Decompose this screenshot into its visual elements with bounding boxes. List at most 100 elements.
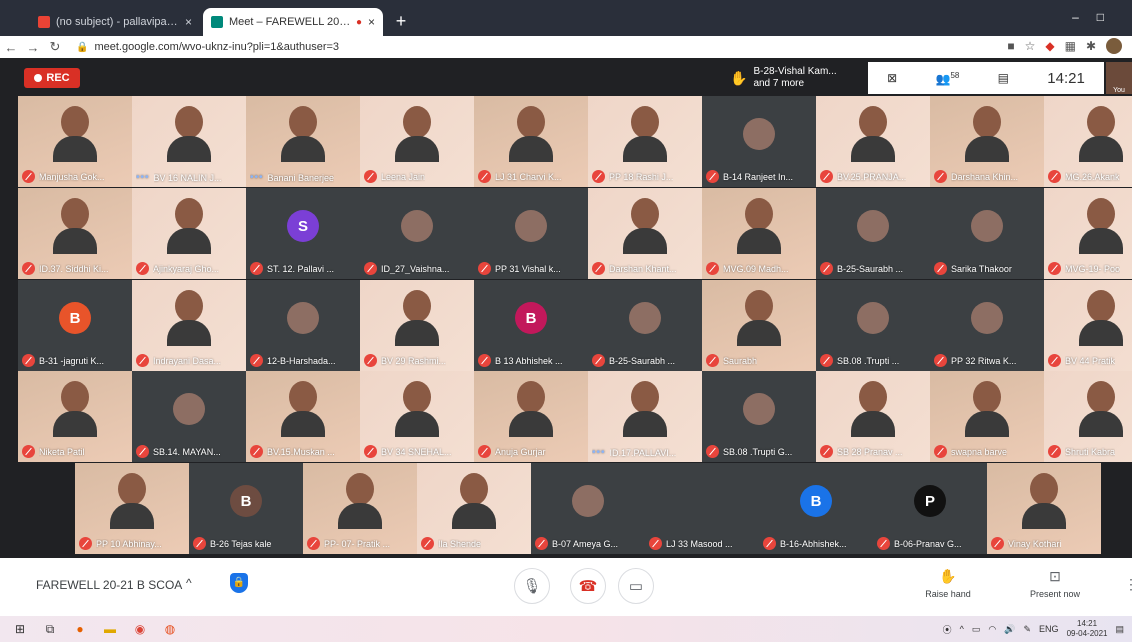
participant-avatar [287,302,319,334]
participant-tile[interactable]: MVG-19- Poo [1044,188,1132,279]
participant-tile[interactable]: B B 13 Abhishek ... [474,280,588,371]
participant-tile[interactable]: Saurabh [702,280,816,371]
participant-tile[interactable]: Ila Shende [417,463,531,554]
camera-button[interactable]: ▭ [618,568,654,604]
participant-tile[interactable]: MG.26.Akank [1044,96,1132,187]
participant-tile[interactable]: Niketa Patil [18,371,132,462]
participant-tile[interactable]: Sarika Thakoor [930,188,1044,279]
grid-extension-icon[interactable]: ▦ [1065,39,1076,53]
participant-tile[interactable]: PP 18 Rashi J... [588,96,702,187]
chat-icon[interactable]: ▤ [998,71,1009,85]
mic-muted-icon [364,170,377,183]
participant-tile[interactable]: Shruti Kabra [1044,371,1132,462]
app-icon[interactable]: ◍ [160,621,180,637]
profile-avatar[interactable] [1106,38,1122,54]
taskbar-clock[interactable]: 14:21 09-04-2021 [1067,619,1108,639]
participant-tile[interactable]: Indrayani Dasa... [132,280,246,371]
participant-tile[interactable]: B B-16-Abhishek... [759,463,873,554]
participant-tile[interactable]: SB.08 .Trupti ... [816,280,930,371]
participant-tile[interactable]: PP 10 Abhinay... [75,463,189,554]
participant-tile[interactable]: BV 34 SNEHAL... [360,371,474,462]
participant-tile[interactable]: 12-B-Harshada... [246,280,360,371]
participant-tile[interactable]: PP- 07- Pratik ... [303,463,417,554]
tray-expand-icon[interactable]: ^ [960,624,964,634]
participant-tile[interactable]: Darshana Khin... [930,96,1044,187]
participant-tile[interactable]: B-07 Ameya G... [531,463,645,554]
raise-hand-button[interactable]: ✋ Raise hand [918,568,978,599]
participant-tile[interactable]: ID.37. Siddhi Ki... [18,188,132,279]
participant-tile[interactable]: ••• ID.17.PALLAVI... [588,371,702,462]
mic-muted-icon [934,170,947,183]
participant-tile[interactable]: SB.08 .Trupti G... [702,371,816,462]
participant-tile[interactable]: LJ 33 Masood ... [645,463,759,554]
participant-tile[interactable]: PP 32 Ritwa K... [930,280,1044,371]
volume-icon[interactable]: 🔊 [1004,624,1015,635]
mic-muted-icon [706,445,719,458]
puzzle-icon[interactable]: ✱ [1086,39,1096,53]
participant-tile[interactable]: MVG.09 Madh... [702,188,816,279]
participant-name: Darshana Khin... [951,171,1019,182]
forward-icon[interactable]: → [22,40,44,55]
participant-tile[interactable]: B-14 Ranjeet In... [702,96,816,187]
participant-tile[interactable]: BV.25.PRANJA... [816,96,930,187]
firefox-icon[interactable]: ● [70,621,90,637]
participant-tile[interactable]: Leena Jain [360,96,474,187]
task-view-icon[interactable]: ⧉ [40,621,60,637]
participant-tile[interactable]: B B-26 Tejas kale [189,463,303,554]
tray-app-icon[interactable]: ⦿ [943,623,952,636]
people-button[interactable]: 👥58 [936,71,960,86]
url-field[interactable]: 🔒 meet.google.com/wvo-uknz-inu?pli=1&aut… [76,41,339,53]
mic-muted-icon [1048,262,1061,275]
new-tab-button[interactable]: + [390,10,412,32]
participant-tile[interactable]: SB 28 Pranav ... [816,371,930,462]
participant-tile[interactable]: ••• BV 16 NALIN J... [132,96,246,187]
reload-icon[interactable]: ↻ [44,39,66,55]
participant-tile[interactable]: B B-31 -jagruti K... [18,280,132,371]
tab-gmail[interactable]: (no subject) - pallavipatil.scoa@... × [30,8,200,36]
battery-icon[interactable]: ▭ [972,624,981,635]
host-controls-shield-icon[interactable]: 🔒 [230,573,248,593]
participant-video [737,198,781,256]
participant-tile[interactable]: Darshan Khant... [588,188,702,279]
file-explorer-icon[interactable]: ▬ [100,621,120,637]
participant-tile[interactable]: Ajinkyaraj Gho... [132,188,246,279]
participant-tile[interactable]: B-25-Saurabh ... [588,280,702,371]
pen-icon[interactable]: ✎ [1024,624,1032,635]
raised-hands-chip[interactable]: ✋ B-28-Vishal Kam... and 7 more [730,62,865,94]
participant-tile[interactable]: BV.15.Muskan ... [246,371,360,462]
start-icon[interactable]: ⊞ [10,621,30,637]
meeting-details-icon[interactable]: ⊠ [887,71,897,85]
back-icon[interactable]: ← [0,40,22,55]
present-now-button[interactable]: ⊡ Present now [1020,568,1090,599]
participant-tile[interactable]: P B-06-Pranav G... [873,463,987,554]
close-tab-icon[interactable]: × [368,15,375,29]
participant-tile[interactable]: Anuja Gurjar [474,371,588,462]
participant-tile[interactable]: Manjusha Gok... [18,96,132,187]
participant-tile[interactable]: PP 31 Vishal k... [474,188,588,279]
bookmark-star-icon[interactable]: ☆ [1025,39,1036,53]
participant-tile[interactable]: ID_27_Vaishna... [360,188,474,279]
participant-tile[interactable]: BV 44 Pratik [1044,280,1132,371]
language-indicator[interactable]: ENG [1039,624,1059,634]
tab-meet[interactable]: Meet – FAREWELL 20-21 B S... ● × [203,8,383,36]
window-controls[interactable]: –□ [1072,10,1122,24]
mic-button[interactable]: 🎙 [514,568,550,604]
participant-tile[interactable]: swapna barve [930,371,1044,462]
participant-tile[interactable]: ••• Banani Banerjee [246,96,360,187]
chrome-icon[interactable]: ◉ [130,621,150,637]
network-icon[interactable]: ◠ [988,624,996,635]
notification-icon[interactable]: ▤ [1115,624,1124,635]
participant-tile[interactable]: Vinay Kothari [987,463,1101,554]
participant-tile[interactable]: SB.14. MAYAN... [132,371,246,462]
camera-indicator-icon[interactable]: ■ [1007,39,1014,53]
leave-call-button[interactable]: ☎ [570,568,606,604]
participant-tile[interactable]: LJ 31 Charvi K... [474,96,588,187]
participant-tile[interactable]: BV 29 Rashmi... [360,280,474,371]
more-options-icon[interactable]: ⋮ [1124,576,1132,593]
self-view-tile[interactable]: You [1106,62,1132,94]
meeting-details-chevron[interactable]: ^ [186,576,192,590]
close-tab-icon[interactable]: × [185,15,192,29]
participant-tile[interactable]: B-25-Saurabh ... [816,188,930,279]
participant-tile[interactable]: S ST. 12. Pallavi ... [246,188,360,279]
extension-icon[interactable]: ◆ [1045,39,1054,53]
